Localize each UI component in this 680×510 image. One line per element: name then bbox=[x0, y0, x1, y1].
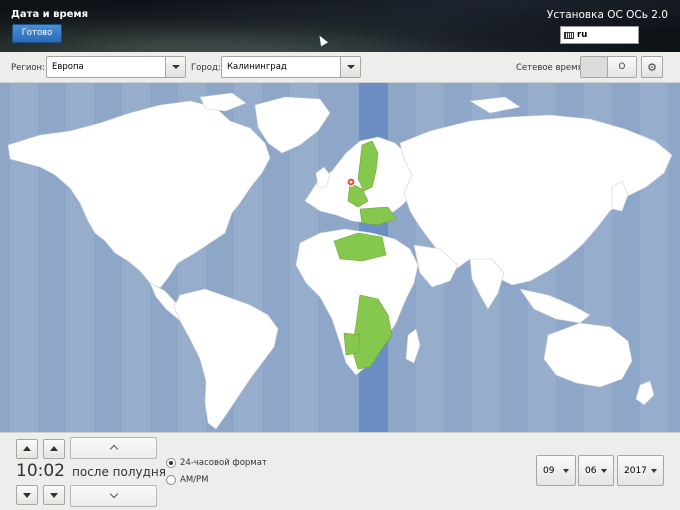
ntp-toggle-knob[interactable]: O bbox=[607, 57, 636, 77]
chevron-down-icon[interactable] bbox=[165, 57, 185, 77]
ampm-decrement-button[interactable] bbox=[70, 485, 157, 507]
keyboard-icon bbox=[564, 31, 574, 39]
keyboard-layout-value: ru bbox=[577, 30, 588, 40]
time-display: 10:02 bbox=[16, 461, 65, 481]
chevron-down-icon bbox=[601, 469, 607, 473]
region-label: Регион: bbox=[11, 63, 45, 73]
format-ampm-label: AM/PM bbox=[180, 475, 209, 485]
minute-decrement-button[interactable] bbox=[43, 485, 65, 505]
product-title: Установка ОС ОСь 2.0 bbox=[546, 9, 668, 21]
region-value: Европа bbox=[52, 62, 84, 72]
timezone-map[interactable] bbox=[0, 83, 680, 432]
city-combobox[interactable]: Калининград bbox=[221, 56, 361, 78]
day-value: 09 bbox=[543, 466, 555, 476]
gear-icon: ⚙ bbox=[647, 60, 657, 74]
format-ampm-radio[interactable] bbox=[166, 475, 176, 485]
ntp-toggle-switch[interactable]: O bbox=[580, 56, 637, 78]
mouse-cursor-icon bbox=[316, 33, 328, 47]
hour-decrement-button[interactable] bbox=[16, 485, 38, 505]
city-label: Город: bbox=[191, 63, 221, 73]
month-combobox[interactable]: 06 bbox=[578, 455, 614, 486]
ampm-increment-button[interactable] bbox=[70, 437, 157, 459]
chevron-down-icon bbox=[563, 469, 569, 473]
month-value: 06 bbox=[585, 466, 597, 476]
datetime-controls: 10:02 после полудня 24-часовой формат AM… bbox=[0, 432, 680, 510]
hour-increment-button[interactable] bbox=[16, 439, 38, 459]
day-combobox[interactable]: 09 bbox=[536, 455, 576, 486]
page-title: Дата и время bbox=[11, 9, 89, 20]
continents bbox=[7, 92, 673, 430]
format-24h-radio[interactable] bbox=[166, 458, 176, 468]
ampm-display: после полудня bbox=[72, 465, 166, 479]
location-pin-icon bbox=[346, 177, 356, 187]
ntp-settings-button[interactable]: ⚙ bbox=[641, 56, 663, 78]
format-24h-label: 24-часовой формат bbox=[180, 458, 267, 468]
city-value: Калининград bbox=[227, 62, 287, 72]
done-button[interactable]: Готово bbox=[12, 24, 62, 43]
year-value: 2017 bbox=[624, 466, 647, 476]
chevron-down-icon bbox=[651, 469, 657, 473]
world-map-svg bbox=[7, 83, 673, 432]
minute-increment-button[interactable] bbox=[43, 439, 65, 459]
timezone-toolbar: Регион: Европа Город: Калининград Сетево… bbox=[0, 52, 680, 83]
keyboard-layout-indicator[interactable]: ru bbox=[560, 26, 639, 44]
year-combobox[interactable]: 2017 bbox=[617, 455, 664, 486]
region-combobox[interactable]: Европа bbox=[46, 56, 186, 78]
ntp-label: Сетевое время bbox=[516, 63, 583, 73]
header-bar: Дата и время Готово Установка ОС ОСь 2.0… bbox=[0, 0, 680, 52]
chevron-down-icon[interactable] bbox=[340, 57, 360, 77]
